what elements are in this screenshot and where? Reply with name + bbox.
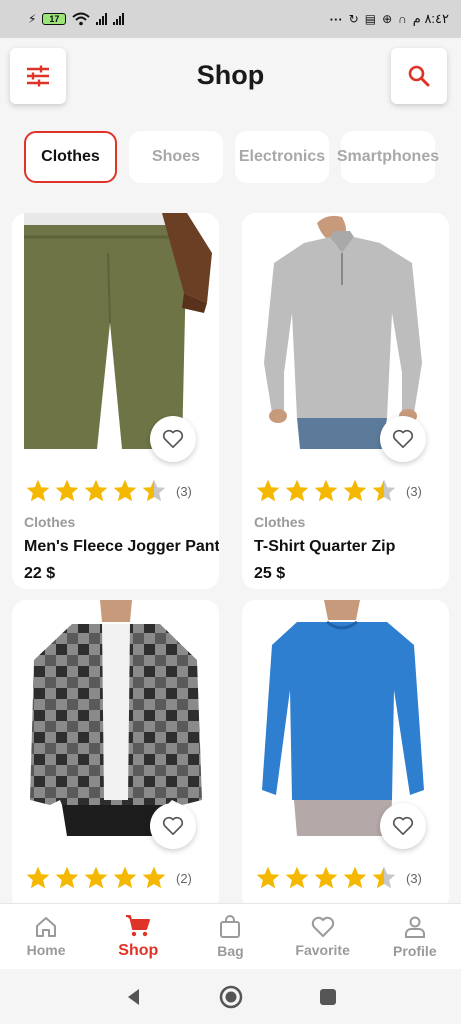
star-icon	[84, 479, 108, 502]
product-category: Clothes	[254, 514, 306, 530]
star-icon	[314, 866, 338, 889]
nav-item-shop[interactable]: Shop	[98, 914, 178, 960]
heart-icon	[392, 429, 414, 448]
star-icon	[55, 866, 79, 889]
star-icon	[26, 479, 50, 502]
category-tabs: Clothes Shoes Electronics Smartphones	[24, 131, 439, 183]
system-navigation	[0, 969, 461, 1024]
nav-item-favorite[interactable]: Favorite	[283, 916, 363, 958]
search-icon	[408, 65, 430, 87]
rating-stars: (3)	[255, 478, 422, 504]
star-icon	[343, 479, 367, 502]
home-circle-icon[interactable]	[219, 985, 243, 1009]
star-icon	[343, 866, 367, 889]
signal-icon	[96, 13, 108, 25]
product-name: T-Shirt Quarter Zip	[254, 538, 396, 555]
product-image[interactable]	[12, 213, 219, 449]
tab-smartphones[interactable]: Smartphones	[337, 131, 439, 183]
rating-count: (3)	[176, 483, 192, 499]
star-icon	[113, 479, 137, 502]
product-card[interactable]: (3) Clothes T-Shirt Quarter Zip 25 $	[242, 213, 449, 589]
status-left: ⚡ 17	[28, 12, 125, 26]
rating-count: (3)	[406, 483, 422, 499]
star-icon	[26, 866, 50, 889]
tab-electronics[interactable]: Electronics	[235, 131, 329, 183]
charging-icon: ⚡	[28, 12, 37, 26]
heart-icon	[392, 816, 414, 835]
tab-shoes[interactable]: Shoes	[129, 131, 223, 183]
recents-icon[interactable]	[319, 988, 337, 1006]
nav-label-home: Home	[26, 941, 66, 958]
rating-count: (2)	[176, 870, 192, 886]
star-icon	[142, 479, 166, 502]
nav-label-bag: Bag	[217, 942, 244, 959]
favorite-button[interactable]	[380, 416, 426, 462]
heart-icon	[162, 816, 184, 835]
favorite-button[interactable]	[150, 803, 196, 849]
status-right: ··· ↻ ▤ ⊕ ∩ ٨:٤٢ م	[330, 11, 449, 27]
signal-icon-2	[113, 13, 125, 25]
home-icon	[36, 916, 57, 937]
product-price: 25 $	[254, 565, 286, 582]
star-icon	[55, 479, 79, 502]
nav-item-bag[interactable]: Bag	[190, 914, 270, 959]
jogger-pants-image	[12, 213, 219, 449]
product-price: 22 $	[24, 565, 56, 582]
heart-icon	[162, 429, 184, 448]
nav-label-favorite: Favorite	[295, 941, 350, 958]
star-icon	[285, 866, 309, 889]
star-icon	[256, 479, 280, 502]
favorite-button[interactable]	[150, 416, 196, 462]
star-icon	[314, 479, 338, 502]
product-image[interactable]	[242, 213, 449, 449]
plaid-jacket-image	[12, 600, 219, 836]
product-image[interactable]	[242, 600, 449, 836]
battery-level: 17	[49, 13, 60, 24]
product-card[interactable]: (3)	[242, 600, 449, 910]
product-card[interactable]: (3) Clothes Men's Fleece Jogger Pant 22 …	[12, 213, 219, 589]
cart-icon	[126, 914, 151, 936]
star-icon	[256, 866, 280, 889]
location-icon: ⊕	[382, 12, 393, 26]
headset-icon: ∩	[398, 12, 407, 26]
rating-count: (3)	[406, 870, 422, 886]
tab-clothes[interactable]: Clothes	[24, 131, 117, 183]
star-icon	[84, 866, 108, 889]
status-bar: ⚡ 17 ··· ↻ ▤ ⊕ ∩ ٨:٤٢ م	[0, 0, 461, 38]
quarter-zip-shirt-image	[242, 213, 449, 449]
battery-icon: 17	[42, 13, 67, 25]
product-card[interactable]: (2)	[12, 600, 219, 910]
star-icon	[372, 479, 396, 502]
profile-icon	[404, 916, 425, 938]
heart-icon	[311, 916, 334, 937]
app-header: Shop	[0, 38, 461, 120]
clock-text: ٨:٤٢ م	[412, 11, 449, 26]
star-icon	[372, 866, 396, 889]
star-icon	[113, 866, 137, 889]
nav-label-shop: Shop	[118, 941, 159, 959]
bottom-navigation: Home Shop Bag Favorite Profile	[0, 903, 461, 969]
bag-icon	[220, 914, 241, 938]
nav-item-home[interactable]: Home	[6, 916, 86, 958]
favorite-button[interactable]	[380, 803, 426, 849]
rating-stars: (3)	[25, 478, 192, 504]
product-category: Clothes	[24, 514, 76, 530]
rating-stars: (2)	[25, 865, 192, 891]
back-icon[interactable]	[125, 988, 143, 1006]
product-name: Men's Fleece Jogger Pant	[24, 538, 219, 555]
rating-stars: (3)	[255, 865, 422, 891]
blue-longsleeve-image	[242, 600, 449, 836]
sync-icon: ↻	[348, 12, 359, 26]
star-icon	[142, 866, 166, 889]
nav-label-profile: Profile	[393, 942, 437, 959]
star-icon	[285, 479, 309, 502]
wifi-icon	[72, 12, 91, 26]
more-icon: ···	[329, 11, 343, 27]
search-button[interactable]	[391, 48, 447, 104]
nav-item-profile[interactable]: Profile	[375, 915, 455, 959]
product-image[interactable]	[12, 600, 219, 836]
note-icon: ▤	[364, 12, 377, 26]
